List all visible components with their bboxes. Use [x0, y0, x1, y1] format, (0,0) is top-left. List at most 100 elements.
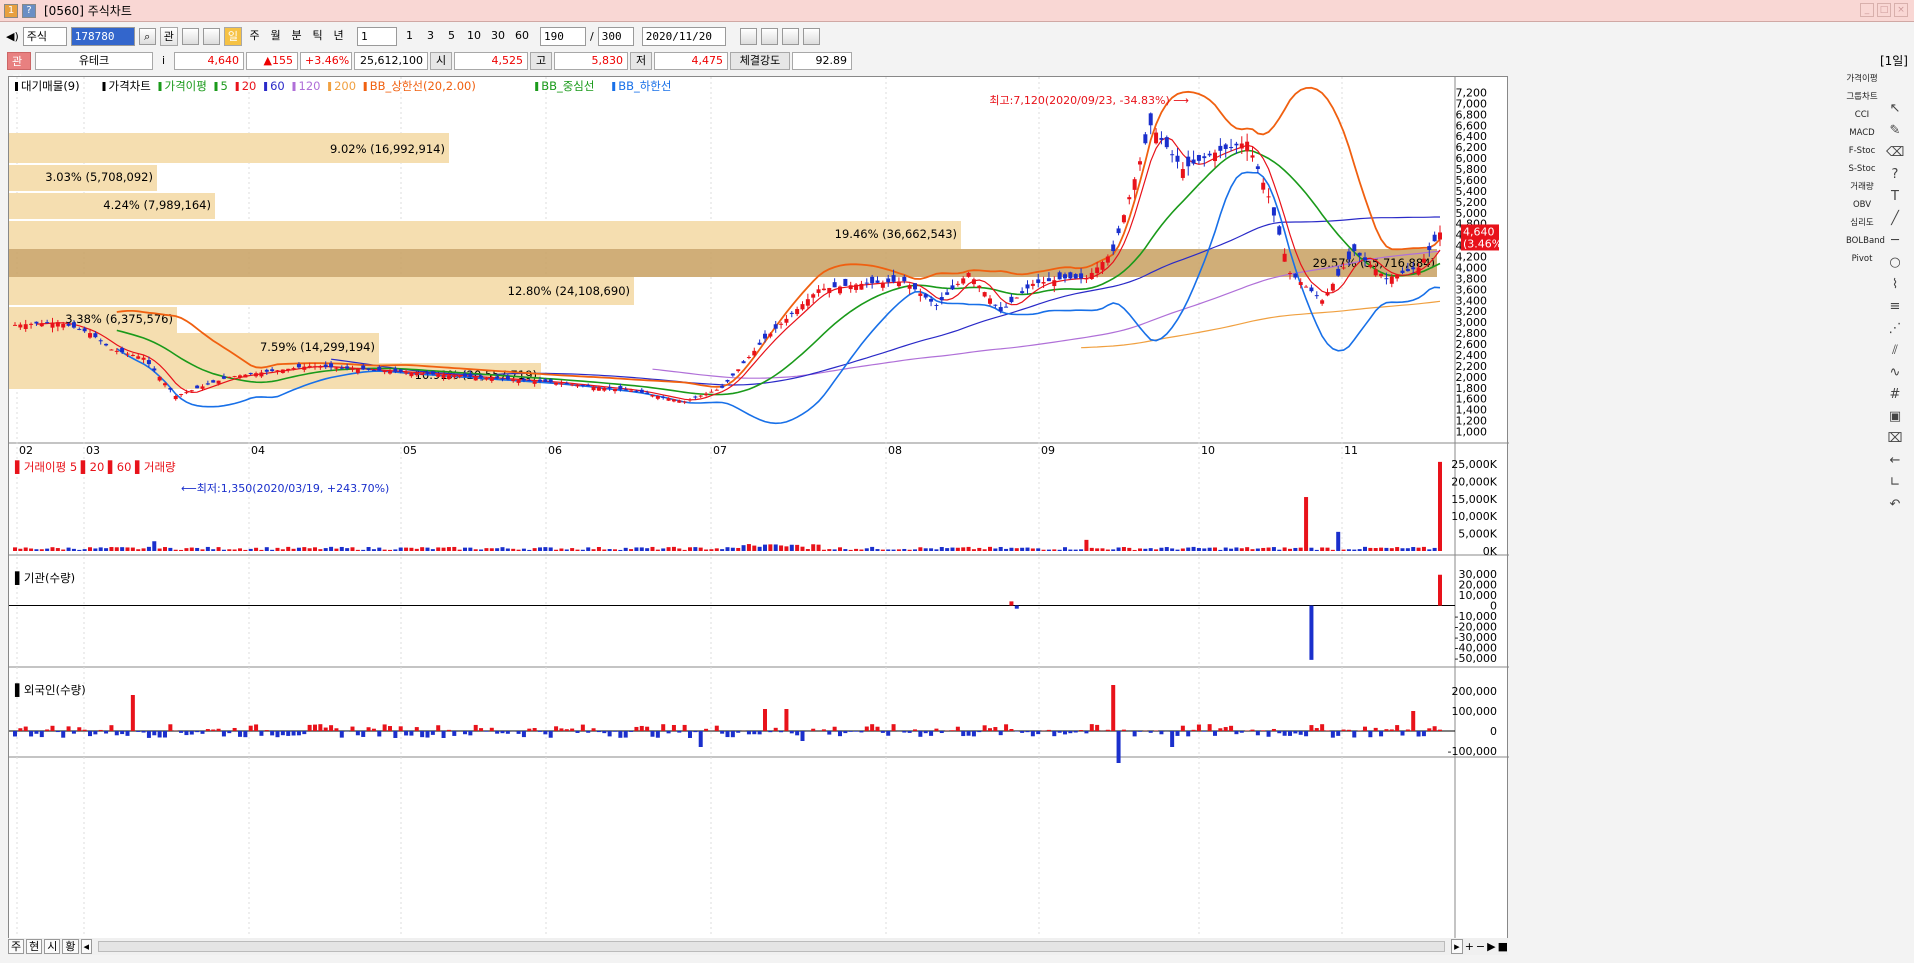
scroll-right-icon[interactable]: ▸	[1451, 939, 1463, 954]
fan-icon[interactable]: ⋰	[1886, 320, 1904, 338]
lock-icon[interactable]	[181, 27, 199, 45]
date-picker[interactable]: 2020/11/20	[641, 26, 726, 46]
hline-icon[interactable]: ─	[1886, 232, 1904, 250]
indicator-2[interactable]: CCI	[1846, 110, 1878, 120]
stock-code-input[interactable]: 178780	[70, 26, 135, 46]
minute-30-button[interactable]: 30	[488, 27, 508, 46]
minute-1-button[interactable]: 1	[401, 27, 418, 46]
text-icon[interactable]: T	[1886, 188, 1904, 206]
foreigner-bar	[1186, 731, 1191, 737]
volume-profile-label-5: 12.80% (24,108,690)	[508, 284, 630, 298]
foreigner-bar	[1105, 729, 1110, 731]
volume-bar	[136, 549, 141, 551]
channel-icon[interactable]: ⫽	[1886, 342, 1904, 360]
total-input[interactable]: 300	[597, 26, 634, 46]
indicator-1[interactable]: 그룹차트	[1846, 92, 1878, 102]
foreigner-bar	[655, 731, 660, 738]
grid-icon[interactable]: #	[1886, 386, 1904, 404]
volume-bar	[955, 547, 960, 551]
volume-bar	[875, 549, 880, 551]
bottom-tab-2[interactable]: 현	[26, 939, 43, 954]
maximize-icon[interactable]: □	[1877, 3, 1891, 17]
indicator-8[interactable]: 심리도	[1846, 218, 1878, 228]
save-icon[interactable]	[739, 27, 757, 45]
period-week-button[interactable]: 주	[246, 27, 263, 46]
candle	[484, 377, 489, 380]
volume-bar	[1004, 548, 1009, 551]
circle-icon[interactable]: ○	[1886, 254, 1904, 272]
print-icon[interactable]	[802, 27, 820, 45]
zoom-in-icon[interactable]: +	[1465, 940, 1474, 953]
volume-bar	[280, 549, 285, 551]
stock-chart[interactable]: 9.02% (16,992,914) 3.03% (5,708,092) 4.24%…	[9, 77, 1509, 955]
camera-icon[interactable]: ▣	[1886, 408, 1904, 426]
table-icon[interactable]	[781, 27, 799, 45]
minute-5-button[interactable]: 5	[443, 27, 460, 46]
pencil-icon[interactable]: ✎	[1886, 122, 1904, 140]
minute-60-button[interactable]: 60	[512, 27, 532, 46]
volume-bar	[677, 548, 682, 551]
info-icon[interactable]: i	[155, 52, 172, 71]
period-month-button[interactable]: 월	[267, 27, 284, 46]
fibo-icon[interactable]: ≡	[1886, 298, 1904, 316]
candle	[109, 349, 114, 351]
search-icon[interactable]: ⌕	[138, 27, 156, 45]
candle	[902, 276, 907, 282]
speaker-icon[interactable]: ◀)	[6, 30, 19, 43]
bottom-tab-3[interactable]: 시	[44, 939, 61, 954]
scrollbar[interactable]	[98, 941, 1446, 952]
minute-3-button[interactable]: 3	[422, 27, 439, 46]
corner-icon[interactable]: ∟	[1886, 474, 1904, 492]
wave-icon[interactable]: ∿	[1886, 364, 1904, 382]
candle	[216, 380, 221, 384]
stop-icon[interactable]: ■	[1498, 940, 1508, 953]
foreigner-bar	[1207, 724, 1212, 731]
stock-name[interactable]: 유테크	[35, 52, 153, 70]
help-icon[interactable]: ?	[22, 3, 36, 18]
count-input[interactable]: 190	[540, 26, 587, 46]
bottom-tab-4[interactable]: 황	[62, 939, 79, 954]
settings-icon[interactable]	[760, 27, 778, 45]
trendline-icon[interactable]: ╱	[1886, 210, 1904, 228]
market-select[interactable]: 주식	[22, 26, 67, 46]
indicator-9[interactable]: BOLBand	[1846, 236, 1885, 246]
chart-area[interactable]: 9.02% (16,992,914) 3.03% (5,708,092) 4.24%…	[8, 76, 1509, 955]
indicator-4[interactable]: F-Stoc	[1846, 146, 1878, 156]
indicator-3[interactable]: MACD	[1846, 128, 1878, 138]
period-year-button[interactable]: 년	[330, 27, 347, 46]
period-day-button[interactable]: 일	[223, 26, 243, 46]
period-minute-button[interactable]: 분	[288, 27, 305, 46]
help-tool-icon[interactable]: ?	[1886, 166, 1904, 184]
minimize-icon[interactable]: _	[1860, 3, 1874, 17]
minute-10-button[interactable]: 10	[464, 27, 484, 46]
candle	[527, 380, 532, 382]
spin-icon[interactable]	[202, 27, 220, 45]
play-icon[interactable]: ▶	[1487, 940, 1495, 953]
indicator-6[interactable]: 거래량	[1846, 182, 1878, 192]
close-icon[interactable]: ×	[1894, 3, 1908, 17]
indicator-10[interactable]: Pivot	[1846, 254, 1878, 264]
app-icon[interactable]: 1	[4, 3, 18, 18]
arrow-left-icon[interactable]: ←	[1886, 452, 1904, 470]
foreigner-bar	[388, 726, 392, 731]
candle	[1282, 253, 1287, 262]
indicator-7[interactable]: OBV	[1846, 200, 1878, 210]
period-tick-button[interactable]: 틱	[309, 27, 326, 46]
volume-bar	[913, 549, 917, 551]
zoom-out-icon[interactable]: −	[1476, 940, 1485, 953]
undo-icon[interactable]: ↶	[1886, 496, 1904, 514]
scroll-left-icon[interactable]: ◂	[80, 939, 93, 954]
zigzag-icon[interactable]: ⌇	[1886, 276, 1904, 294]
related-button[interactable]: 관	[159, 26, 178, 46]
minute-select[interactable]: 1	[357, 26, 398, 46]
trash-icon[interactable]: ⌧	[1886, 430, 1904, 448]
cursor-icon[interactable]: ↖	[1886, 100, 1904, 118]
indicator-0[interactable]: 가격이평	[1846, 74, 1878, 84]
indicator-5[interactable]: S-Stoc	[1846, 164, 1878, 174]
foreigner-bar	[61, 731, 66, 738]
volume-bar	[693, 547, 698, 551]
candle	[179, 394, 184, 396]
foreigner-bar	[1175, 731, 1180, 736]
bottom-tab-1[interactable]: 주	[8, 939, 25, 954]
eraser-icon[interactable]: ⌫	[1886, 144, 1904, 162]
